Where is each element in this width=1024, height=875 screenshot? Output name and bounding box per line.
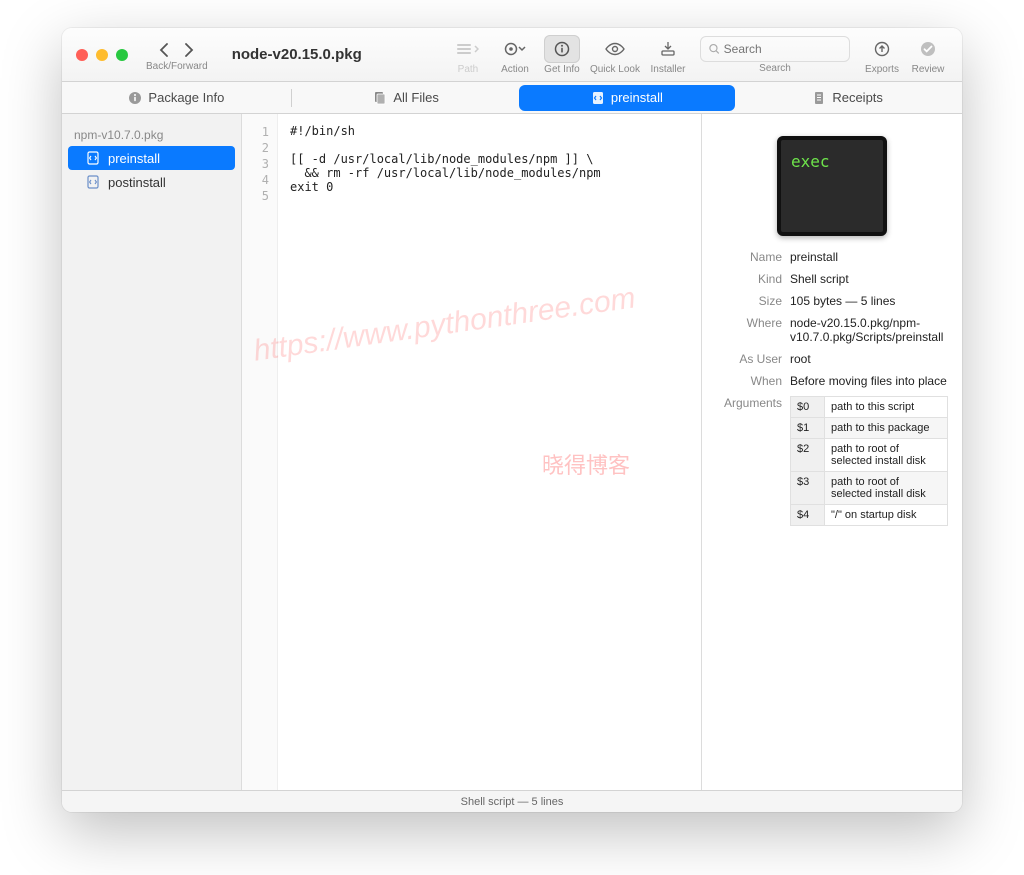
info-val-size: 105 bytes — 5 lines (790, 294, 948, 308)
info-val-arguments: $0path to this script$1path to this pack… (790, 396, 948, 526)
arg-desc: path to root of selected install disk (825, 439, 948, 472)
installer-icon (660, 41, 676, 57)
info-icon (554, 41, 570, 57)
review-button[interactable] (910, 35, 946, 63)
arg-desc: path to this script (825, 397, 948, 418)
arg-desc: "/" on startup disk (825, 505, 948, 526)
sidebar-item-preinstall[interactable]: preinstall (68, 146, 235, 170)
tab-package-info[interactable]: Package Info (68, 85, 285, 111)
arguments-table: $0path to this script$1path to this pack… (790, 396, 948, 526)
gear-dropdown-icon (502, 41, 528, 57)
getinfo-label: Get Info (544, 64, 580, 75)
arg-key: $0 (791, 397, 825, 418)
info-key-arguments: Arguments (716, 396, 782, 410)
sidebar-pkg-header: npm-v10.7.0.pkg (62, 122, 241, 146)
action-label: Action (501, 64, 529, 75)
args-row: $0path to this script (791, 397, 948, 418)
info-key-asuser: As User (716, 352, 782, 366)
export-icon (874, 41, 890, 57)
nav-label: Back/Forward (146, 61, 208, 72)
sidebar-item-label: postinstall (108, 175, 166, 190)
arg-key: $4 (791, 505, 825, 526)
script-file-icon (86, 151, 100, 165)
status-bar: Shell script — 5 lines (62, 790, 962, 812)
action-button[interactable] (496, 35, 534, 63)
code-viewer: 12345 #!/bin/sh [[ -d /usr/local/lib/nod… (242, 114, 702, 790)
info-key-size: Size (716, 294, 782, 308)
info-val-name: preinstall (790, 250, 948, 264)
info-val-asuser: root (790, 352, 948, 366)
exports-label: Exports (865, 64, 899, 75)
tabbar: Package Info All Files preinstall Receip… (62, 82, 962, 114)
arg-desc: path to root of selected install disk (825, 472, 948, 505)
info-icon (128, 91, 142, 105)
args-row: $2path to root of selected install disk (791, 439, 948, 472)
forward-button[interactable] (178, 38, 202, 62)
args-row: $4"/" on startup disk (791, 505, 948, 526)
info-key-where: Where (716, 316, 782, 330)
tab-label: Receipts (832, 90, 883, 105)
files-icon (373, 91, 387, 105)
app-window: Back/Forward node-v20.15.0.pkg Path Acti… (62, 28, 962, 812)
nav-group: Back/Forward (146, 38, 208, 72)
sidebar: npm-v10.7.0.pkg preinstall postinstall (62, 114, 242, 790)
back-button[interactable] (152, 38, 176, 62)
review-label: Review (912, 64, 945, 75)
path-label: Path (458, 64, 479, 75)
arg-key: $2 (791, 439, 825, 472)
tab-label: preinstall (611, 90, 663, 105)
chevron-left-icon (159, 43, 168, 57)
tab-divider (291, 89, 292, 107)
info-val-when: Before moving files into place (790, 374, 948, 388)
toolbar: Back/Forward node-v20.15.0.pkg Path Acti… (62, 28, 962, 82)
list-icon (457, 42, 479, 56)
tab-preinstall[interactable]: preinstall (519, 85, 736, 111)
tab-receipts[interactable]: Receipts (739, 85, 956, 111)
info-pane: exec Name preinstall Kind Shell script S… (702, 114, 962, 790)
installer-button[interactable] (650, 35, 686, 63)
search-input[interactable] (724, 42, 841, 56)
exec-badge: exec (791, 152, 830, 220)
getinfo-button[interactable] (544, 35, 580, 63)
quicklook-label: Quick Look (590, 64, 640, 75)
check-circle-icon (920, 41, 936, 57)
sidebar-item-label: preinstall (108, 151, 160, 166)
close-button[interactable] (76, 49, 88, 61)
installer-label: Installer (650, 64, 685, 75)
quicklook-button[interactable] (597, 35, 633, 63)
arg-key: $1 (791, 418, 825, 439)
info-key-when: When (716, 374, 782, 388)
info-val-where: node-v20.15.0.pkg/npm-v10.7.0.pkg/Script… (790, 316, 948, 344)
main-area: npm-v10.7.0.pkg preinstall postinstall 12… (62, 114, 962, 790)
search-field[interactable] (700, 36, 850, 62)
arg-key: $3 (791, 472, 825, 505)
search-label: Search (759, 63, 791, 74)
arg-desc: path to this package (825, 418, 948, 439)
code-content[interactable]: #!/bin/sh [[ -d /usr/local/lib/node_modu… (278, 114, 701, 790)
script-icon (591, 91, 605, 105)
info-key-name: Name (716, 250, 782, 264)
exports-button[interactable] (864, 35, 900, 63)
window-title: node-v20.15.0.pkg (232, 46, 362, 63)
chevron-right-icon (185, 43, 194, 57)
sidebar-item-postinstall[interactable]: postinstall (68, 170, 235, 194)
path-button (450, 35, 486, 63)
script-file-icon (86, 175, 100, 189)
zoom-button[interactable] (116, 49, 128, 61)
search-icon (709, 43, 720, 55)
line-gutter: 12345 (242, 114, 278, 790)
args-row: $3path to root of selected install disk (791, 472, 948, 505)
info-val-kind: Shell script (790, 272, 948, 286)
eye-icon (605, 42, 625, 56)
window-controls (76, 49, 128, 61)
tab-label: All Files (393, 90, 439, 105)
tab-label: Package Info (148, 90, 224, 105)
info-key-kind: Kind (716, 272, 782, 286)
file-thumbnail: exec (777, 136, 887, 236)
tab-all-files[interactable]: All Files (298, 85, 515, 111)
minimize-button[interactable] (96, 49, 108, 61)
status-text: Shell script — 5 lines (461, 796, 564, 808)
receipt-icon (812, 91, 826, 105)
args-row: $1path to this package (791, 418, 948, 439)
